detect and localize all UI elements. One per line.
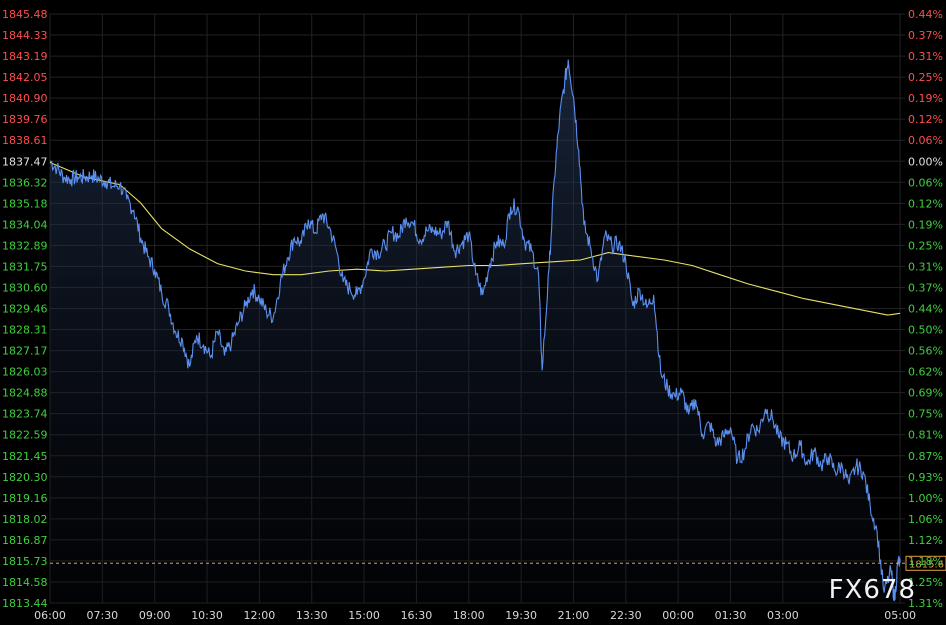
y-axis-right-labels: 0.44% 0.37% 0.31% 0.25% 0.19% 0.12% 0.06% 0.00%…: [908, 8, 943, 610]
x-tick-label: 00:00: [662, 609, 694, 622]
x-tick-label: 18:00: [453, 609, 485, 622]
x-tick-label: 12:00: [244, 609, 276, 622]
x-tick-label: 10:30: [191, 609, 223, 622]
y-tick-label-pct: 0.37%: [908, 29, 943, 42]
y-tick-label: 1832.89: [2, 239, 48, 252]
y-tick-label: 1840.90: [2, 92, 48, 105]
y-tick-label-pct: 0.19%: [908, 218, 943, 231]
y-tick-label-pct: 0.37%: [908, 281, 943, 294]
x-tick-label: 15:00: [348, 609, 380, 622]
price-area-fill: [50, 59, 901, 604]
y-tick-label-pct: 0.06%: [908, 176, 943, 189]
x-tick-label: 09:00: [139, 609, 171, 622]
x-tick-label: 01:30: [715, 609, 747, 622]
y-tick-label: 1842.05: [2, 71, 48, 84]
y-tick-label: 1843.19: [2, 50, 48, 63]
x-axis-labels: 06:00 07:30 09:00 10:30 12:00 13:30 15:00 16:30…: [34, 609, 916, 622]
x-tick-label: 05:00: [884, 609, 916, 622]
y-tick-label-pct: 0.00%: [908, 155, 943, 168]
y-tick-label: 1822.59: [2, 429, 48, 442]
y-tick-label-pct: 0.31%: [908, 50, 943, 63]
y-tick-label: 1836.32: [2, 176, 48, 189]
y-tick-label-pct: 0.69%: [908, 387, 943, 400]
y-tick-label-pct: 0.93%: [908, 471, 943, 484]
y-tick-label: 1839.76: [2, 113, 48, 126]
y-tick-label: 1845.48: [2, 8, 48, 21]
y-tick-label-pct: 0.44%: [908, 8, 943, 21]
y-tick-label: 1819.16: [2, 492, 48, 505]
y-tick-label-pct: 0.44%: [908, 303, 943, 316]
y-tick-label: 1820.30: [2, 471, 48, 484]
y-tick-label: 1828.31: [2, 324, 48, 337]
y-tick-label-pct: 0.25%: [908, 71, 943, 84]
y-axis-left-labels: 1845.48 1844.33 1843.19 1842.05 1840.90 1839.…: [2, 8, 48, 610]
x-tick-label: 16:30: [401, 609, 433, 622]
x-tick-label: 19:30: [505, 609, 537, 622]
y-tick-label-pct: 0.50%: [908, 324, 943, 337]
y-tick-label: 1824.88: [2, 387, 48, 400]
x-tick-label: 22:30: [610, 609, 642, 622]
y-tick-label-pct: 1.00%: [908, 492, 943, 505]
y-tick-label-pct: 0.06%: [908, 134, 943, 147]
y-tick-label: 1818.02: [2, 513, 48, 526]
y-tick-label-pct: 1.12%: [908, 534, 943, 547]
y-tick-label-pct: 1.18%: [908, 555, 943, 568]
y-tick-label: 1835.18: [2, 197, 48, 210]
y-tick-label: 1823.74: [2, 408, 48, 421]
y-tick-label: 1814.58: [2, 576, 48, 589]
y-tick-label-pct: 0.87%: [908, 450, 943, 463]
y-tick-label-pct: 0.62%: [908, 366, 943, 379]
y-tick-label: 1831.75: [2, 260, 48, 273]
y-tick-label: 1816.87: [2, 534, 48, 547]
y-tick-label-pct: 1.06%: [908, 513, 943, 526]
y-tick-label: 1826.03: [2, 366, 48, 379]
y-tick-label-pct: 0.31%: [908, 260, 943, 273]
x-tick-label: 03:00: [767, 609, 799, 622]
y-tick-label-pct: 0.12%: [908, 197, 943, 210]
y-tick-label: 1827.17: [2, 345, 48, 358]
x-tick-label: 06:00: [34, 609, 66, 622]
y-tick-label: 1834.04: [2, 218, 48, 231]
gold-price-chart[interactable]: 1815.6 1845.481844.331843.191842.051840.…: [0, 0, 946, 625]
y-tick-label-pct: 0.12%: [908, 113, 943, 126]
y-tick-label: 1837.47: [2, 155, 48, 168]
y-tick-label: 1838.61: [2, 134, 48, 147]
y-tick-label: 1821.45: [2, 450, 48, 463]
y-tick-label: 1844.33: [2, 29, 48, 42]
y-tick-label: 1830.60: [2, 281, 48, 294]
y-tick-label-pct: 0.56%: [908, 345, 943, 358]
y-tick-label: 1829.46: [2, 303, 48, 316]
y-tick-label-pct: 0.75%: [908, 408, 943, 421]
y-tick-label-pct: 0.25%: [908, 239, 943, 252]
watermark-logo: FX678: [828, 575, 916, 605]
y-tick-label-pct: 0.19%: [908, 92, 943, 105]
y-tick-label-pct: 0.81%: [908, 429, 943, 442]
x-tick-label: 13:30: [296, 609, 328, 622]
price-area: [50, 59, 901, 604]
y-tick-label: 1815.73: [2, 555, 48, 568]
x-tick-label: 21:00: [558, 609, 590, 622]
x-tick-label: 07:30: [86, 609, 118, 622]
